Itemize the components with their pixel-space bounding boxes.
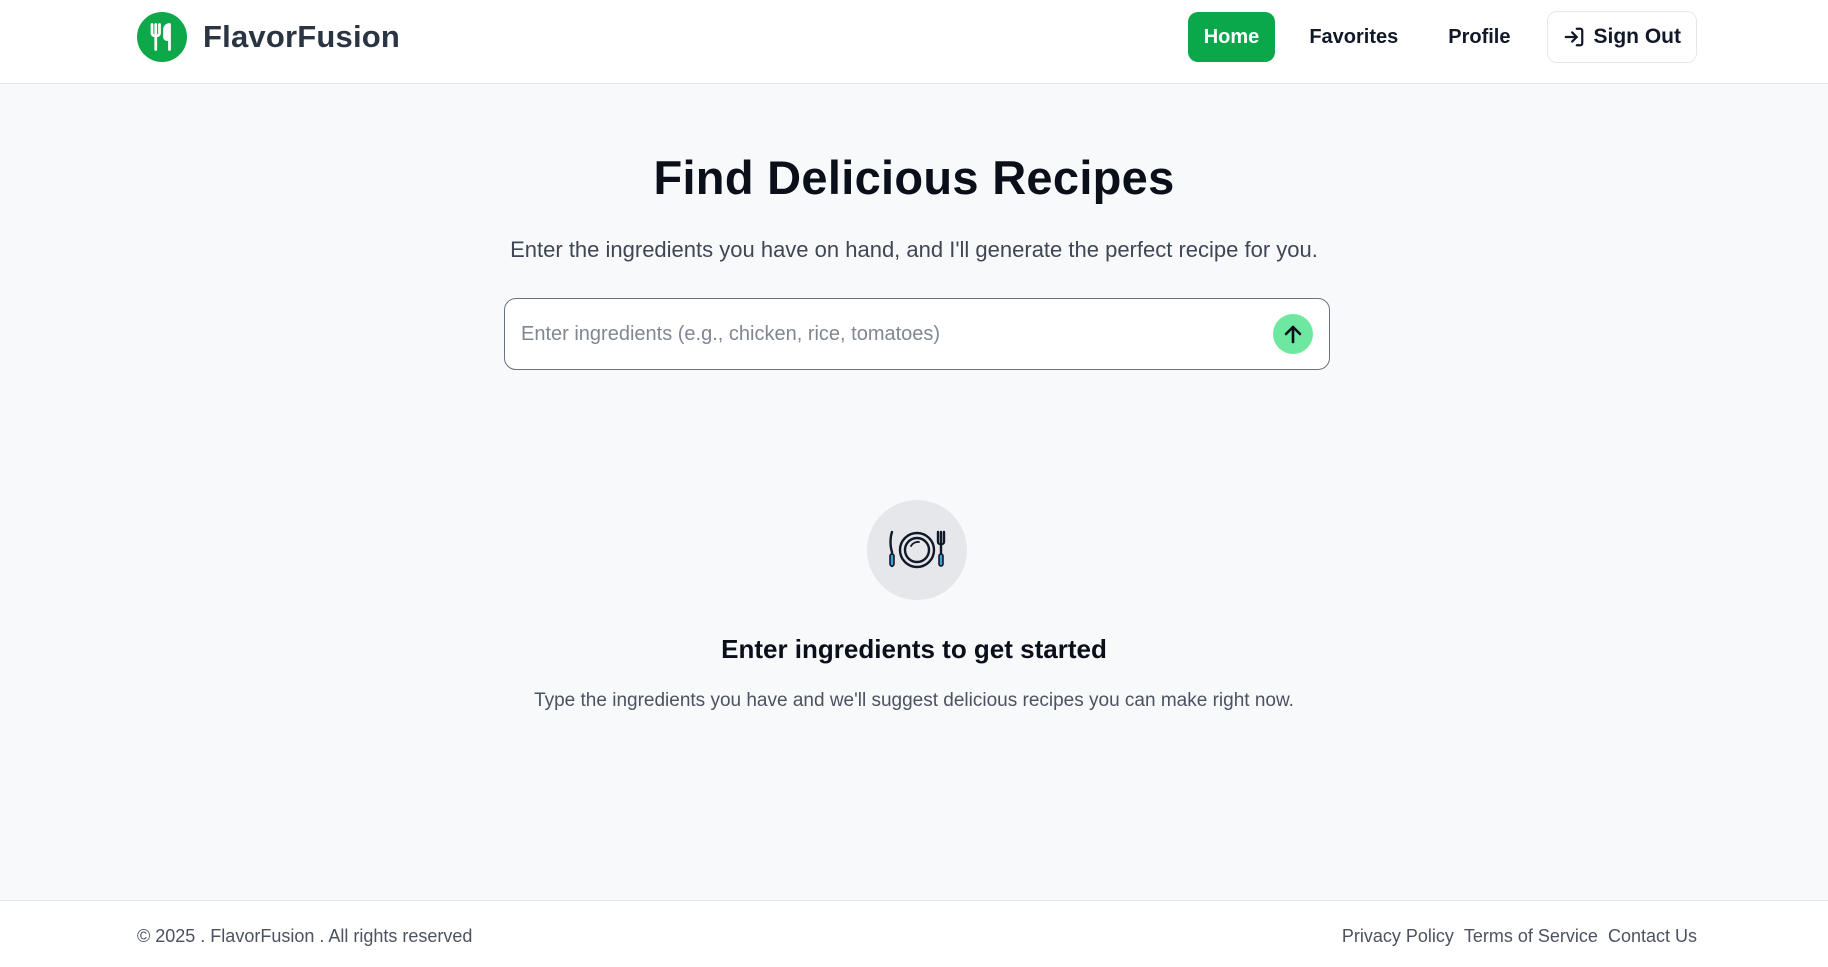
sign-out-label: Sign Out [1593,25,1682,48]
sign-out-button[interactable]: Sign Out [1546,11,1697,63]
contact-us-link[interactable]: Contact Us [1608,926,1697,947]
empty-state-title: Enter ingredients to get started [721,634,1107,664]
terms-of-service-link[interactable]: Terms of Service [1464,926,1598,947]
ingredient-input[interactable] [521,299,1221,369]
page-title: Find Delicious Recipes [653,151,1175,204]
submit-button[interactable] [1273,314,1313,354]
copyright-text: © 2025 . FlavorFusion . All rights reser… [137,926,473,946]
footer-links: Privacy Policy Terms of Service Contact … [1332,926,1697,947]
brand[interactable]: FlavorFusion [137,12,400,62]
main-nav: Home Favorites Profile Sign Out [1187,11,1697,63]
footer: © 2025 . FlavorFusion . All rights reser… [0,900,1828,967]
nav-favorites[interactable]: Favorites [1293,12,1414,62]
nav-home[interactable]: Home [1187,12,1276,62]
ingredient-search-box [504,298,1330,370]
arrow-up-icon [1284,325,1302,344]
page-subtitle: Enter the ingredients you have on hand, … [510,237,1318,262]
privacy-policy-link[interactable]: Privacy Policy [1342,926,1454,947]
plate-cutlery-icon [867,500,967,600]
nav-profile[interactable]: Profile [1432,12,1526,62]
sign-in-arrow-icon [1564,27,1583,47]
utensils-icon [137,12,187,62]
brand-name: FlavorFusion [203,19,401,54]
top-navbar: FlavorFusion Home Favorites Profile Sign… [0,0,1828,84]
empty-state-description: Type the ingredients you have and we'll … [534,690,1294,711]
